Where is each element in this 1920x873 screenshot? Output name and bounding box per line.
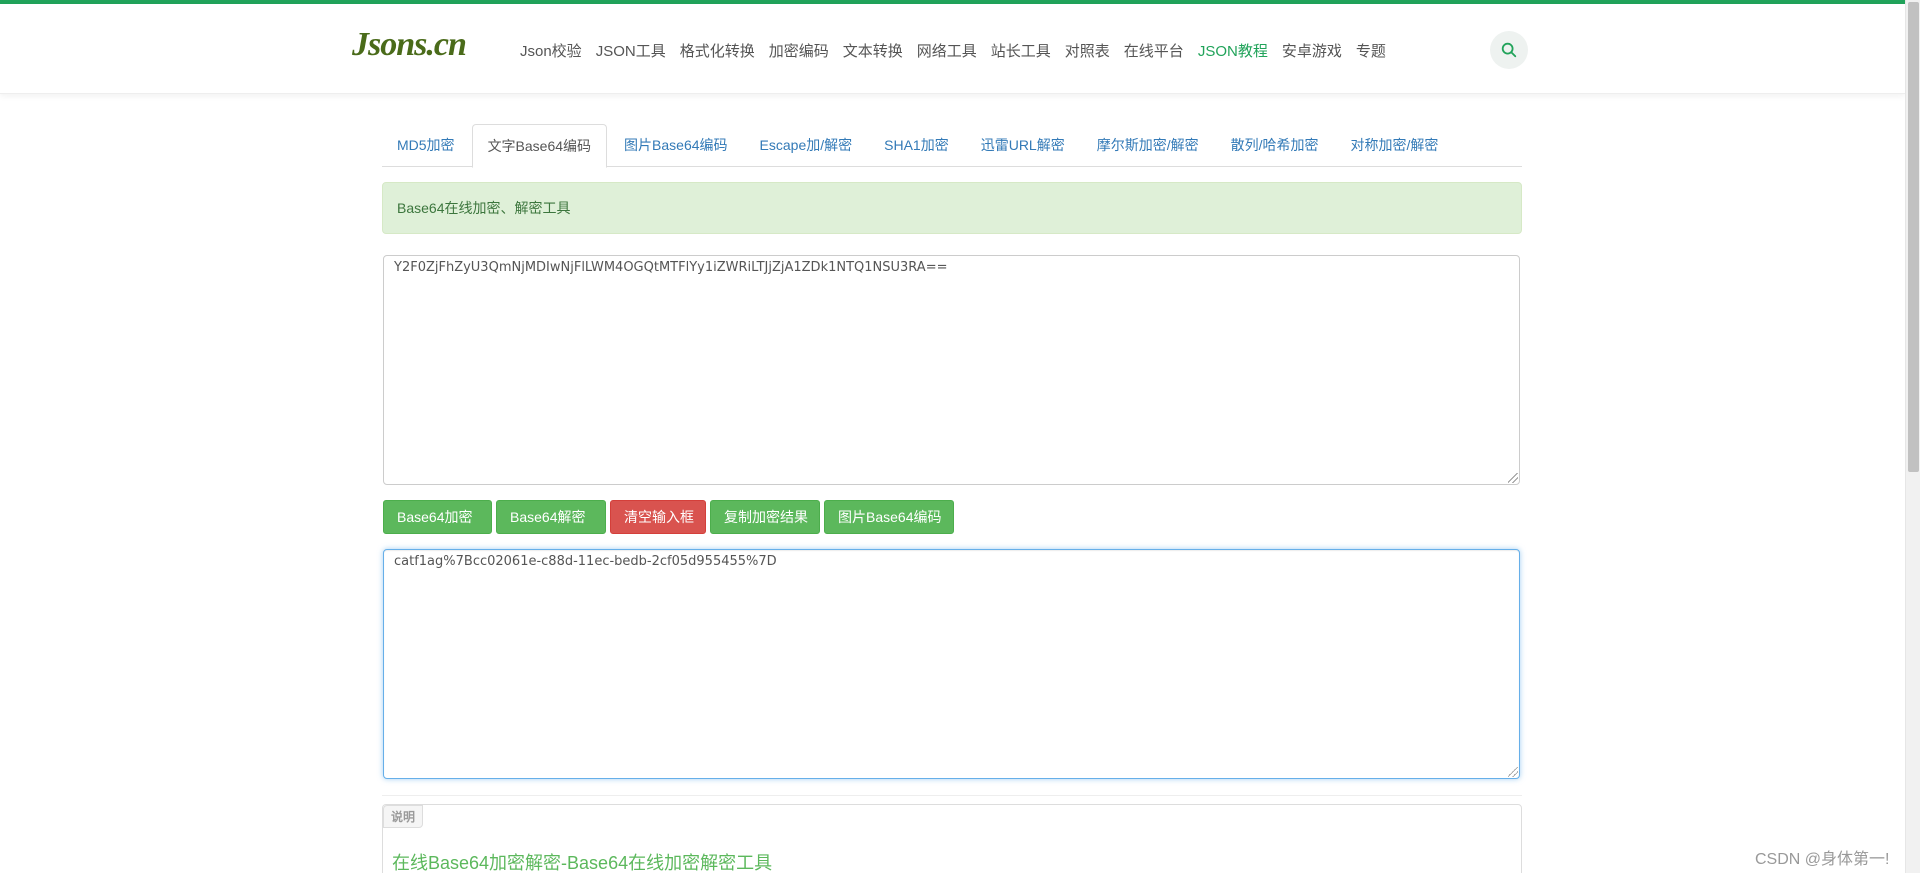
nav-item-reference-tables[interactable]: 对照表 [1065, 40, 1110, 61]
base64-encode-button[interactable]: Base64加密 [383, 500, 492, 534]
action-buttons: Base64加密 Base64解密 清空输入框 复制加密结果 图片Base64编… [383, 500, 954, 534]
nav-item-encrypt-encode[interactable]: 加密编码 [769, 40, 829, 61]
nav-item-network-tools[interactable]: 网络工具 [917, 40, 977, 61]
section-divider [382, 795, 1522, 796]
scrollbar-thumb[interactable] [1908, 2, 1919, 472]
tab-escape[interactable]: Escape加/解密 [745, 124, 868, 167]
panel-title: 在线Base64加密解密-Base64在线加密解密工具 [392, 853, 773, 873]
nav-item-text-convert[interactable]: 文本转换 [843, 40, 903, 61]
search-icon [1501, 42, 1517, 58]
nav-item-format-convert[interactable]: 格式化转换 [680, 40, 755, 61]
image-base64-button[interactable]: 图片Base64编码 [824, 500, 954, 534]
tab-image-base64[interactable]: 图片Base64编码 [609, 124, 742, 167]
tool-description-alert: Base64在线加密、解密工具 [382, 182, 1522, 234]
resize-handle-input[interactable] [1508, 473, 1518, 483]
resize-handle-output[interactable] [1508, 767, 1518, 777]
tab-md5[interactable]: MD5加密 [382, 124, 470, 167]
nav-item-android-games[interactable]: 安卓游戏 [1282, 40, 1342, 61]
description-panel: 说明 在线Base64加密解密-Base64在线加密解密工具 [382, 804, 1522, 873]
input-textarea[interactable] [383, 255, 1520, 485]
nav-item-topics[interactable]: 专题 [1356, 40, 1386, 61]
tab-morse[interactable]: 摩尔斯加密/解密 [1082, 124, 1214, 167]
copy-result-button[interactable]: 复制加密结果 [710, 500, 820, 534]
vertical-scrollbar[interactable] [1905, 0, 1920, 873]
site-logo[interactable]: Jsons.cn [352, 26, 467, 64]
search-button[interactable] [1490, 31, 1528, 69]
nav-item-json-validate[interactable]: Json校验 [520, 40, 582, 61]
tab-text-base64[interactable]: 文字Base64编码 [471, 124, 608, 168]
nav-item-json-tutorial[interactable]: JSON教程 [1198, 40, 1268, 61]
base64-decode-button[interactable]: Base64解密 [496, 500, 606, 534]
clear-input-button[interactable]: 清空输入框 [610, 500, 706, 534]
main-nav: Json校验 JSON工具 格式化转换 加密编码 文本转换 网络工具 站长工具 … [520, 40, 1400, 61]
panel-label: 说明 [383, 805, 424, 828]
nav-item-webmaster-tools[interactable]: 站长工具 [991, 40, 1051, 61]
tab-thunder-url[interactable]: 迅雷URL解密 [966, 124, 1080, 167]
nav-item-json-tools[interactable]: JSON工具 [596, 40, 666, 61]
output-textarea[interactable] [383, 549, 1520, 779]
tool-tabs: MD5加密 文字Base64编码 图片Base64编码 Escape加/解密 S… [382, 124, 1522, 168]
csdn-watermark: CSDN @身体第一! [1755, 851, 1890, 868]
tab-symmetric[interactable]: 对称加密/解密 [1336, 124, 1454, 167]
site-header: Jsons.cn Json校验 JSON工具 格式化转换 加密编码 文本转换 网… [0, 4, 1905, 94]
tab-hash[interactable]: 散列/哈希加密 [1216, 124, 1334, 167]
tab-sha1[interactable]: SHA1加密 [869, 124, 964, 167]
nav-item-online-platform[interactable]: 在线平台 [1124, 40, 1184, 61]
